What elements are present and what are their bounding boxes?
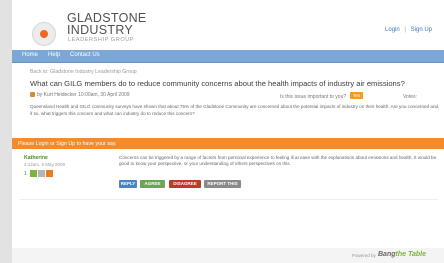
person-icon [30, 92, 35, 98]
logo-text-line2[interactable]: INDUSTRY [67, 23, 133, 37]
account-links: Login | Sign Up [385, 27, 432, 33]
logo-icon[interactable] [32, 22, 56, 46]
yes-button[interactable]: Yes [350, 92, 363, 99]
nav-contact[interactable]: Contact Us [70, 52, 100, 58]
comment-body: Concerns can be triggered by a range of … [119, 155, 437, 167]
agree-button[interactable]: AGREE [140, 180, 165, 188]
footer: Powered by Bangthe Table [12, 248, 444, 263]
importance-prompt: Is this issue important to you? [280, 94, 347, 100]
main-nav: Home Help Contact Us [12, 50, 444, 63]
votes-label: Votes: [403, 94, 417, 100]
disagree-button[interactable]: DISAGREE [169, 180, 201, 188]
site-header: GLADSTONE INDUSTRY LEADERSHIP GROUP Logi… [12, 0, 444, 50]
signup-link[interactable]: Sign Up [411, 27, 432, 33]
brand-main: Bang [378, 251, 396, 258]
page: GLADSTONE INDUSTRY LEADERSHIP GROUP Logi… [12, 0, 444, 263]
login-prompt-bar: Please Login or Sign Up to have your say… [12, 138, 444, 149]
comment-date: 4:12am, 6 May 2009 [24, 162, 66, 167]
nav-home[interactable]: Home [22, 52, 38, 58]
comment-vote-count: 1 [24, 171, 27, 177]
brand-logo[interactable]: Bangthe Table [378, 251, 426, 258]
report-button[interactable]: REPORT THIS [204, 180, 241, 188]
byline-text: by Kurt Heidecker 10:00am, 30 April 2009 [37, 92, 130, 98]
logo-tagline: LEADERSHIP GROUP [68, 37, 135, 43]
powered-by-text: Powered by [352, 253, 376, 258]
question-byline: by Kurt Heidecker 10:00am, 30 April 2009 [30, 92, 130, 98]
vote-neutral-icon[interactable] [38, 170, 45, 177]
comment: Katherine 4:12am, 6 May 2009 1 Concerns … [12, 153, 444, 195]
comment-author[interactable]: Katherine [24, 155, 48, 161]
brand-accent: the Table [395, 251, 426, 258]
question-title: What can GILG members do to reduce commu… [30, 79, 405, 88]
question-description: Queensland Health and GILG community sur… [30, 104, 440, 116]
link-separator: | [404, 27, 406, 33]
login-link[interactable]: Login [385, 27, 400, 33]
reply-button[interactable]: REPLY [119, 180, 137, 188]
divider [20, 199, 438, 200]
vote-up-icon[interactable] [30, 170, 37, 177]
vote-down-icon[interactable] [46, 170, 53, 177]
breadcrumb[interactable]: Back to: Gladstone Industry Leadership G… [30, 69, 137, 75]
nav-help[interactable]: Help [48, 52, 60, 58]
login-prompt-text[interactable]: Please Login or Sign Up to have your say… [18, 141, 117, 147]
